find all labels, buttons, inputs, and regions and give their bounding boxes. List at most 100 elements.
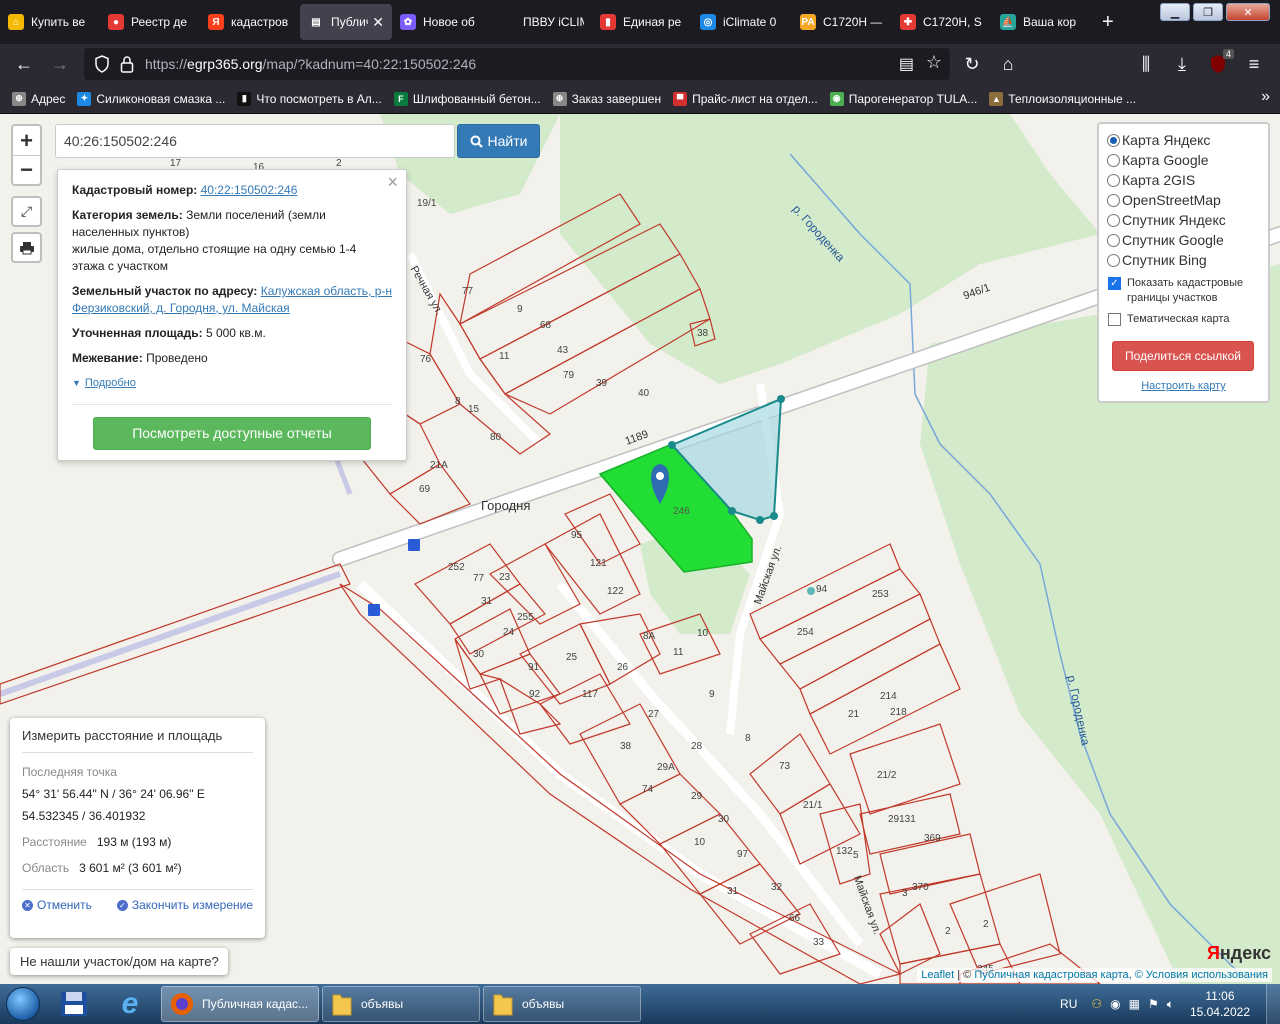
- bookmark-label: Силиконовая смазка ...: [96, 91, 226, 106]
- browser-tab[interactable]: ПВВУ iCLIMAT: [492, 0, 592, 44]
- radio-button[interactable]: [1107, 233, 1120, 247]
- tracking-shield-icon[interactable]: [94, 55, 110, 76]
- base-layer-option[interactable]: Спутник Google: [1107, 230, 1260, 250]
- share-link-button[interactable]: Поделиться ссылкой: [1112, 341, 1254, 371]
- pkk-link[interactable]: Публичная кадастровая карта, ©: [974, 969, 1142, 981]
- parcel-number-label: 79: [563, 370, 575, 381]
- library-icon[interactable]: ⫼: [1128, 46, 1164, 82]
- reload-icon[interactable]: ↻: [954, 46, 990, 82]
- radio-button[interactable]: [1107, 213, 1120, 227]
- tray-app-icon[interactable]: ⚇: [1091, 997, 1102, 1011]
- cadastral-number-link[interactable]: 40:22:150502:246: [201, 183, 298, 197]
- show-borders-option[interactable]: ✓ Показать кадастровые границы участков: [1107, 276, 1260, 306]
- volume-icon[interactable]: 🔈︎: [1167, 997, 1174, 1012]
- fullscreen-button[interactable]: ⤢: [11, 196, 42, 227]
- taskbar-task[interactable]: объявы: [322, 986, 480, 1022]
- browser-tab[interactable]: ✿ Новое об: [392, 0, 492, 44]
- restore-icon[interactable]: ❐: [1193, 3, 1223, 21]
- ie-pinned-icon[interactable]: e: [102, 985, 158, 1023]
- language-indicator[interactable]: RU: [1060, 997, 1077, 1011]
- leaflet-link[interactable]: Leaflet: [921, 969, 954, 981]
- radio-button[interactable]: [1107, 153, 1120, 167]
- zoom-in-button[interactable]: +: [13, 126, 40, 155]
- bookmark-star-icon[interactable]: ☆: [926, 52, 942, 73]
- download-icon[interactable]: ⤓: [1164, 46, 1200, 82]
- home-icon[interactable]: ⌂: [990, 46, 1026, 82]
- terms-link[interactable]: Условия использования: [1146, 969, 1268, 981]
- measure-vertex: [777, 395, 785, 403]
- parcel-number-label: 23: [499, 572, 511, 583]
- radio-button[interactable]: [1107, 133, 1120, 147]
- bookmark-item[interactable]: ◉ Парогенератор TULA...: [829, 91, 977, 106]
- measure-actions: ✕ Отменить ✓ Закончить измерение: [22, 889, 253, 912]
- base-layer-option[interactable]: Карта 2GIS: [1107, 170, 1260, 190]
- address-bar[interactable]: https://egrp365.org/map/?kadnum=40:22:15…: [84, 48, 950, 80]
- map-canvas[interactable]: Городня р. Городенка р. Городенка Речная…: [0, 114, 1280, 984]
- bookmark-item[interactable]: ▮ Что посмотреть в Ал...: [237, 91, 382, 106]
- browser-tab[interactable]: ◎ iClimate 0: [692, 0, 792, 44]
- new-tab-icon[interactable]: +: [1092, 0, 1124, 44]
- lock-icon[interactable]: [120, 55, 134, 76]
- parcel-number-label: 21/2: [877, 770, 897, 781]
- network-icon[interactable]: ▦: [1129, 997, 1140, 1011]
- forward-icon[interactable]: →: [42, 46, 78, 82]
- base-layer-option[interactable]: Спутник Bing: [1107, 250, 1260, 270]
- flag-icon[interactable]: ⚑: [1148, 997, 1159, 1011]
- browser-tab[interactable]: ▤ Публич ✕: [300, 4, 392, 40]
- close-tab-icon[interactable]: ✕: [372, 14, 384, 31]
- browser-tab[interactable]: ✚ C1720H, S: [892, 0, 992, 44]
- last-point-dms: 54° 31' 56.44" N / 36° 24' 06.96" E: [22, 787, 205, 801]
- browser-tab[interactable]: ● Реестр де: [100, 0, 200, 44]
- close-window-icon[interactable]: ✕: [1226, 3, 1270, 21]
- minimize-icon[interactable]: ▁: [1160, 3, 1190, 21]
- base-layer-option[interactable]: Спутник Яндекс: [1107, 210, 1260, 230]
- base-layer-option[interactable]: OpenStreetMap: [1107, 190, 1260, 210]
- bookmark-item[interactable]: ▲ Теплоизоляционные ...: [989, 91, 1136, 106]
- base-layer-option[interactable]: Карта Яндекс: [1107, 130, 1260, 150]
- cadastral-search-input[interactable]: [55, 124, 455, 158]
- bookmark-favicon-icon: ✦: [77, 91, 92, 106]
- thematic-map-checkbox[interactable]: [1108, 313, 1121, 326]
- base-layer-option[interactable]: Карта Google: [1107, 150, 1260, 170]
- show-desktop-button[interactable]: [1266, 984, 1280, 1024]
- close-icon[interactable]: ×: [387, 173, 398, 191]
- browser-tab[interactable]: Якадастров: [200, 0, 300, 44]
- parcel-number-label: 121: [590, 558, 607, 569]
- taskbar-task[interactable]: объявы: [483, 986, 641, 1022]
- back-icon[interactable]: ←: [6, 46, 42, 82]
- radio-button[interactable]: [1107, 173, 1120, 187]
- browser-tab[interactable]: ⌂ Купить ве: [0, 0, 100, 44]
- finish-measure-button[interactable]: ✓ Закончить измерение: [116, 898, 253, 912]
- menu-icon[interactable]: ≡: [1236, 46, 1272, 82]
- bookmark-item[interactable]: ⊕ Заказ завершен: [552, 91, 661, 106]
- clock[interactable]: 11:06 15.04.2022: [1190, 988, 1250, 1020]
- radio-button[interactable]: [1107, 253, 1120, 267]
- parcel-number-label: 254: [797, 627, 814, 638]
- bookmark-item[interactable]: F Шлифованный бетон...: [393, 91, 541, 106]
- configure-map-link[interactable]: Настроить карту: [1107, 380, 1260, 392]
- thematic-map-option[interactable]: Тематическая карта: [1107, 312, 1260, 327]
- radio-button[interactable]: [1107, 193, 1120, 207]
- explorer-pinned-icon[interactable]: [46, 985, 102, 1023]
- details-toggle[interactable]: ▼ Подробно: [72, 375, 392, 392]
- tray-app-icon[interactable]: ◉: [1110, 997, 1120, 1011]
- print-button[interactable]: [11, 232, 42, 263]
- zoom-out-button[interactable]: −: [13, 155, 40, 184]
- taskbar-task[interactable]: Публичная кадас...: [161, 986, 319, 1022]
- browser-tab[interactable]: ▮ Единая ре: [592, 0, 692, 44]
- bookmark-item[interactable]: ▀ Прайс-лист на отдел...: [673, 91, 818, 106]
- cancel-measure-button[interactable]: ✕ Отменить: [22, 898, 92, 912]
- show-borders-checkbox[interactable]: ✓: [1108, 277, 1121, 290]
- start-button[interactable]: [0, 984, 46, 1024]
- find-button[interactable]: Найти: [457, 124, 540, 158]
- browser-tab[interactable]: ⛵ Ваша кор: [992, 0, 1092, 44]
- not-found-button[interactable]: Не нашли участок/дом на карте?: [10, 948, 228, 975]
- bookmarks-overflow-icon[interactable]: »: [1261, 88, 1270, 106]
- measure-vertex: [807, 587, 815, 595]
- bookmark-item[interactable]: ✦ Силиконовая смазка ...: [77, 91, 226, 106]
- bookmark-item[interactable]: ⊕ Адрес: [12, 91, 65, 106]
- view-reports-button[interactable]: Посмотреть доступные отчеты: [93, 417, 371, 450]
- reader-view-icon[interactable]: ▤: [899, 54, 914, 74]
- browser-tab[interactable]: PA C1720H —: [792, 0, 892, 44]
- ublock-addon-icon[interactable]: 4: [1200, 46, 1236, 82]
